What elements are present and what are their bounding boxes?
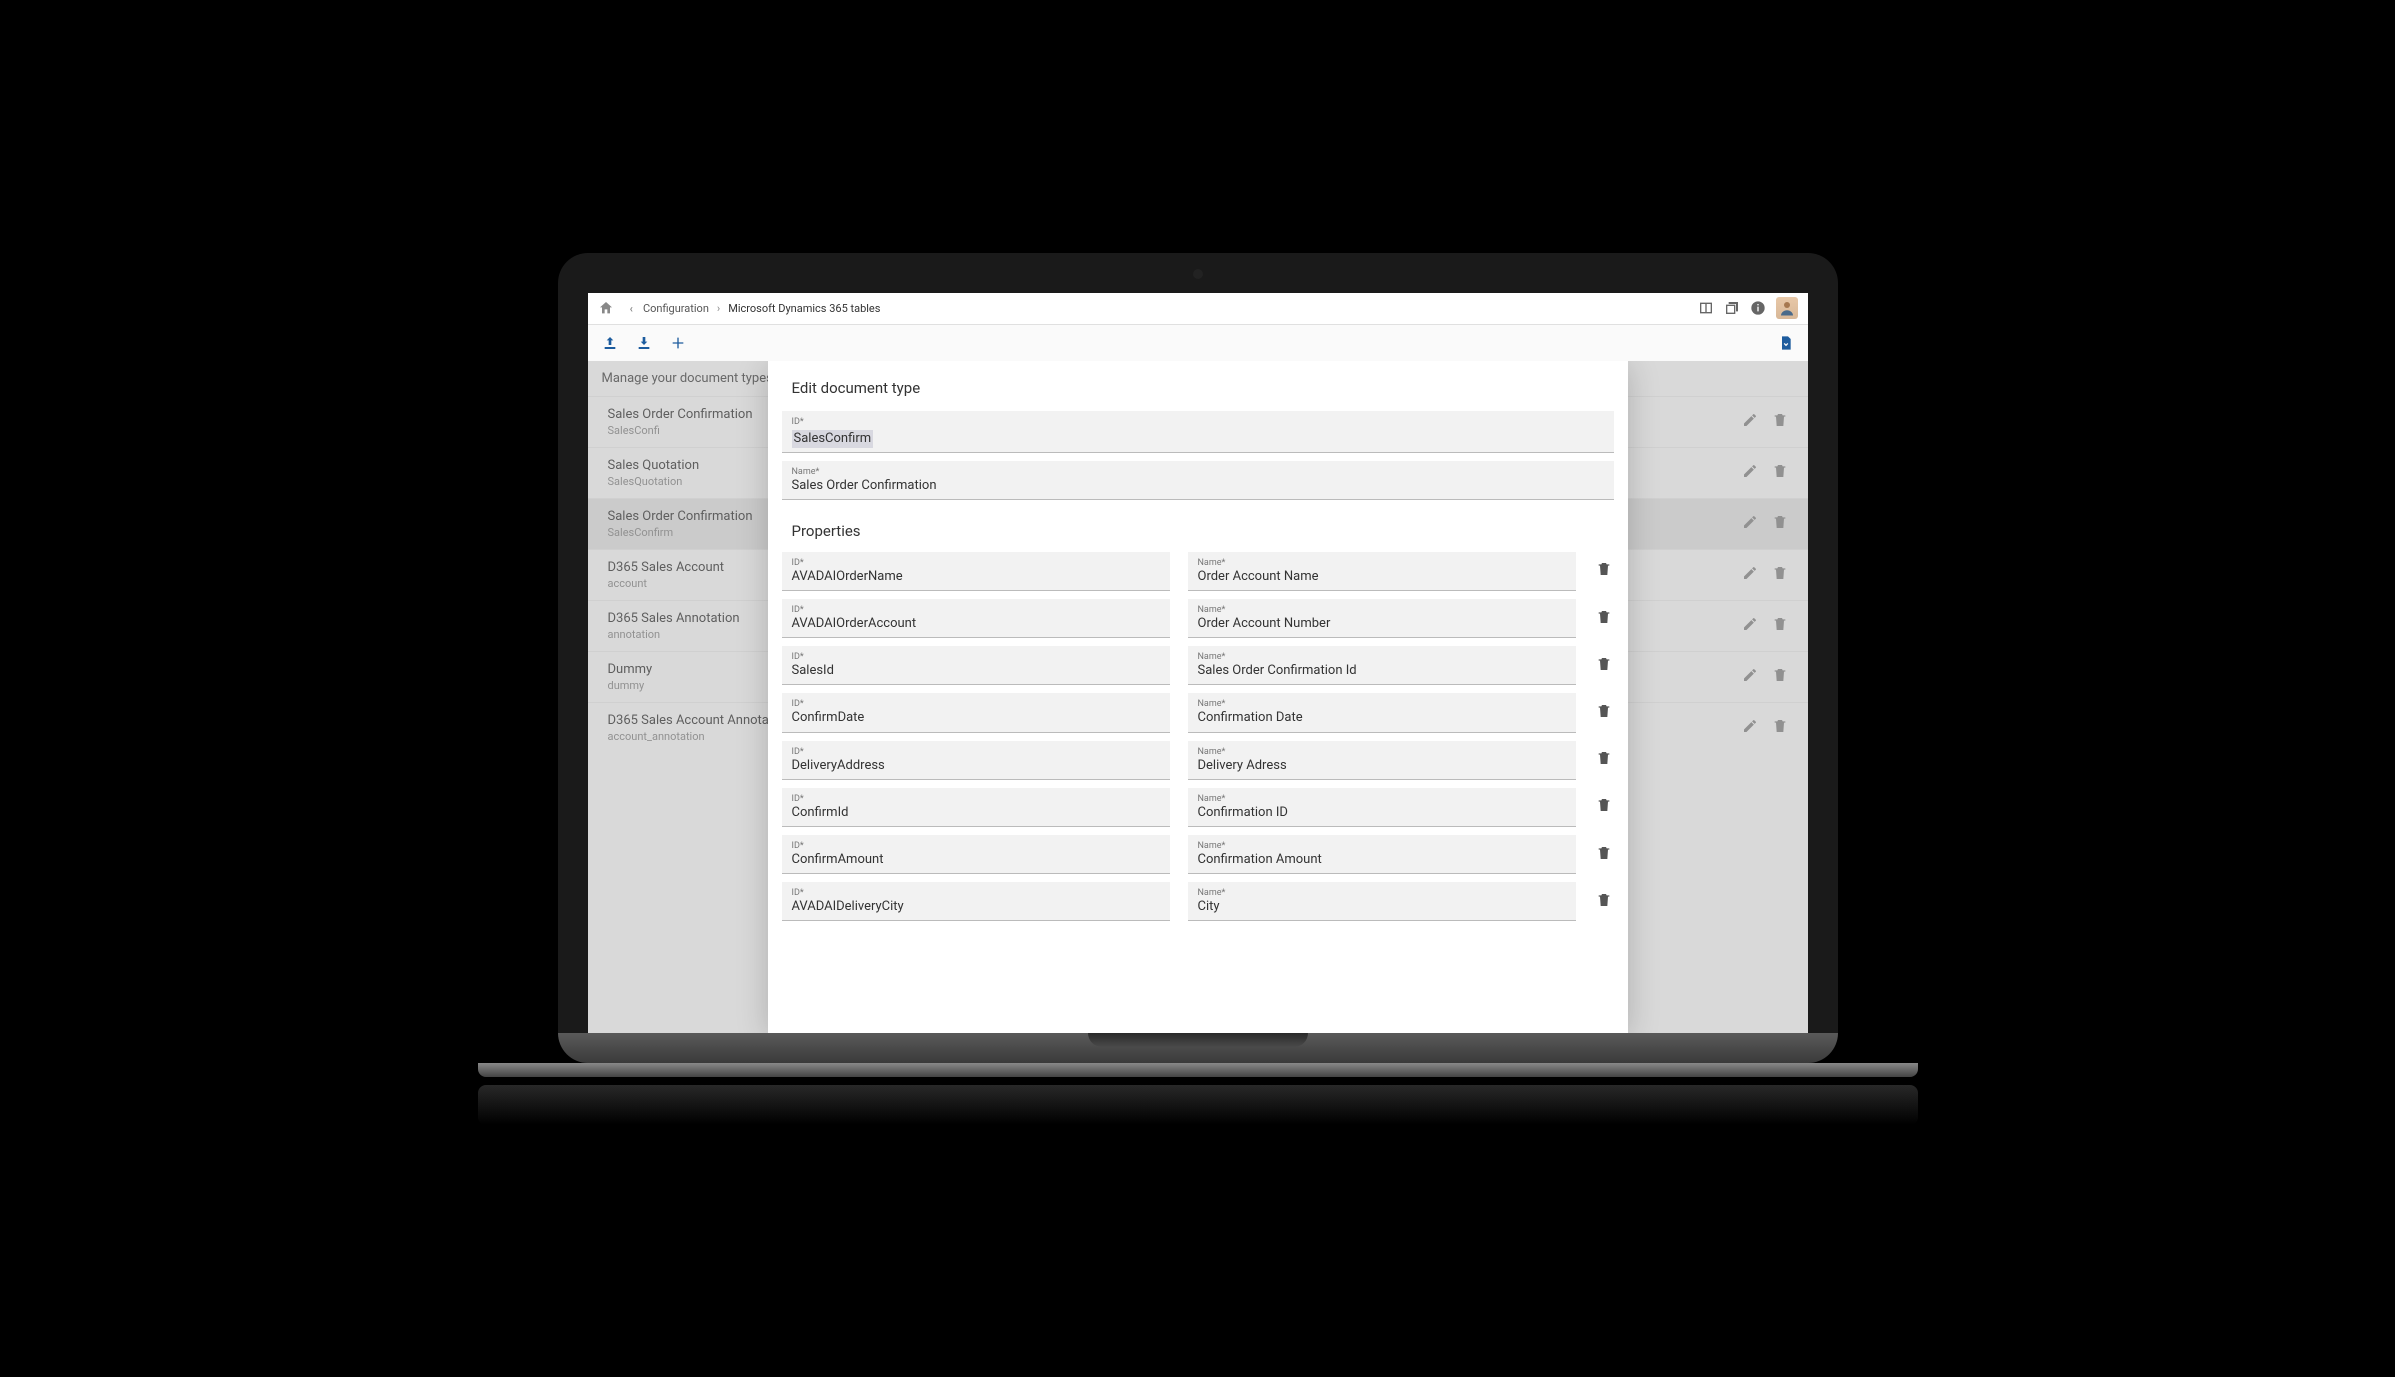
delete-icon[interactable] [1594,892,1614,912]
name-field[interactable]: Name* Sales Order Confirmation [782,461,1614,500]
property-id-field[interactable]: ID*ConfirmId [782,788,1170,827]
edit-document-type-modal: Edit document type ID* SalesConfirm Name… [768,361,1628,1033]
property-name-value: City [1198,898,1566,916]
download-icon[interactable] [636,335,652,351]
property-name-value: Delivery Adress [1198,757,1566,775]
laptop-base [558,1033,1838,1063]
property-name-field[interactable]: Name*Order Account Number [1188,599,1576,638]
toolbar [588,325,1808,361]
property-name-value: Confirmation ID [1198,804,1566,822]
properties-heading: Properties [782,508,1614,552]
property-id-label: ID* [792,747,1160,757]
property-name-label: Name* [1198,794,1566,804]
delete-icon[interactable] [1594,656,1614,676]
delete-icon[interactable] [1594,703,1614,723]
property-row: ID*ConfirmAmount Name*Confirmation Amount [782,835,1614,874]
property-name-field[interactable]: Name*City [1188,882,1576,921]
property-row: ID*DeliveryAddress Name*Delivery Adress [782,741,1614,780]
id-field-value: SalesConfirm [792,430,874,448]
property-name-value: Confirmation Date [1198,709,1566,727]
property-name-label: Name* [1198,652,1566,662]
property-id-label: ID* [792,841,1160,851]
delete-icon[interactable] [1594,561,1614,581]
delete-icon[interactable] [1594,609,1614,629]
windows-icon[interactable] [1724,300,1740,316]
property-row: ID*ConfirmId Name*Confirmation ID [782,788,1614,827]
laptop-frame: ‹ Configuration › Microsoft Dynamics 365… [558,253,1838,1125]
name-field-value: Sales Order Confirmation [792,477,1604,495]
property-row: ID*AVADAIOrderAccount Name*Order Account … [782,599,1614,638]
property-name-label: Name* [1198,747,1566,757]
property-name-label: Name* [1198,558,1566,568]
property-id-label: ID* [792,558,1160,568]
property-name-value: Sales Order Confirmation Id [1198,662,1566,680]
property-id-field[interactable]: ID*AVADAIOrderName [782,552,1170,591]
laptop-reflection [478,1085,1918,1125]
property-name-value: Order Account Name [1198,568,1566,586]
property-id-value: AVADAIOrderName [792,568,1160,586]
app-header: ‹ Configuration › Microsoft Dynamics 365… [588,293,1808,325]
property-id-label: ID* [792,699,1160,709]
avatar[interactable] [1776,297,1798,319]
laptop-bezel: ‹ Configuration › Microsoft Dynamics 365… [558,253,1838,1033]
property-name-field[interactable]: Name*Confirmation ID [1188,788,1576,827]
property-row: ID*AVADAIDeliveryCity Name*City [782,882,1614,921]
id-field[interactable]: ID* SalesConfirm [782,411,1614,453]
property-id-value: DeliveryAddress [792,757,1160,775]
property-row: ID*ConfirmDate Name*Confirmation Date [782,693,1614,732]
property-id-label: ID* [792,888,1160,898]
property-id-field[interactable]: ID*AVADAIOrderAccount [782,599,1170,638]
modal-title: Edit document type [768,361,1628,411]
property-id-value: ConfirmDate [792,709,1160,727]
property-name-field[interactable]: Name*Order Account Name [1188,552,1576,591]
property-id-value: ConfirmId [792,804,1160,822]
layout-icon[interactable] [1698,300,1714,316]
laptop-camera [1193,269,1203,279]
property-id-value: AVADAIDeliveryCity [792,898,1160,916]
property-row: ID*AVADAIOrderName Name*Order Account Nam… [782,552,1614,591]
breadcrumb-link[interactable]: Configuration [643,302,709,315]
property-id-label: ID* [792,605,1160,615]
property-row: ID*SalesId Name*Sales Order Confirmation … [782,646,1614,685]
info-icon[interactable] [1750,300,1766,316]
id-field-label: ID* [792,417,1604,427]
app-screen: ‹ Configuration › Microsoft Dynamics 365… [588,293,1808,1033]
breadcrumb-separator: › [717,302,720,315]
name-field-label: Name* [792,467,1604,477]
back-icon[interactable]: ‹ [630,302,633,315]
laptop-notch [1088,1033,1308,1047]
property-id-field[interactable]: ID*DeliveryAddress [782,741,1170,780]
property-id-label: ID* [792,794,1160,804]
property-name-field[interactable]: Name*Confirmation Date [1188,693,1576,732]
home-icon[interactable] [598,300,614,316]
delete-icon[interactable] [1594,750,1614,770]
property-id-value: ConfirmAmount [792,851,1160,869]
property-id-field[interactable]: ID*SalesId [782,646,1170,685]
property-id-field[interactable]: ID*AVADAIDeliveryCity [782,882,1170,921]
property-name-field[interactable]: Name*Sales Order Confirmation Id [1188,646,1576,685]
property-id-label: ID* [792,652,1160,662]
property-name-label: Name* [1198,841,1566,851]
property-id-field[interactable]: ID*ConfirmDate [782,693,1170,732]
upload-icon[interactable] [602,335,618,351]
breadcrumb-current: Microsoft Dynamics 365 tables [728,302,880,315]
delete-icon[interactable] [1594,797,1614,817]
properties-list: ID*AVADAIOrderNameName*Order Account Nam… [782,552,1614,922]
property-id-value: SalesId [792,662,1160,680]
laptop-base-edge [478,1063,1918,1077]
property-name-label: Name* [1198,699,1566,709]
property-name-value: Order Account Number [1198,615,1566,633]
property-name-label: Name* [1198,888,1566,898]
property-id-value: AVADAIOrderAccount [792,615,1160,633]
main-area: Manage your document types. Sales Order … [588,361,1808,1033]
property-name-field[interactable]: Name*Delivery Adress [1188,741,1576,780]
property-name-field[interactable]: Name*Confirmation Amount [1188,835,1576,874]
modal-body: ID* SalesConfirm Name* Sales Order Confi… [768,411,1628,1033]
delete-icon[interactable] [1594,845,1614,865]
add-icon[interactable] [670,335,686,351]
property-name-value: Confirmation Amount [1198,851,1566,869]
file-download-icon[interactable] [1778,335,1794,351]
property-id-field[interactable]: ID*ConfirmAmount [782,835,1170,874]
property-name-label: Name* [1198,605,1566,615]
